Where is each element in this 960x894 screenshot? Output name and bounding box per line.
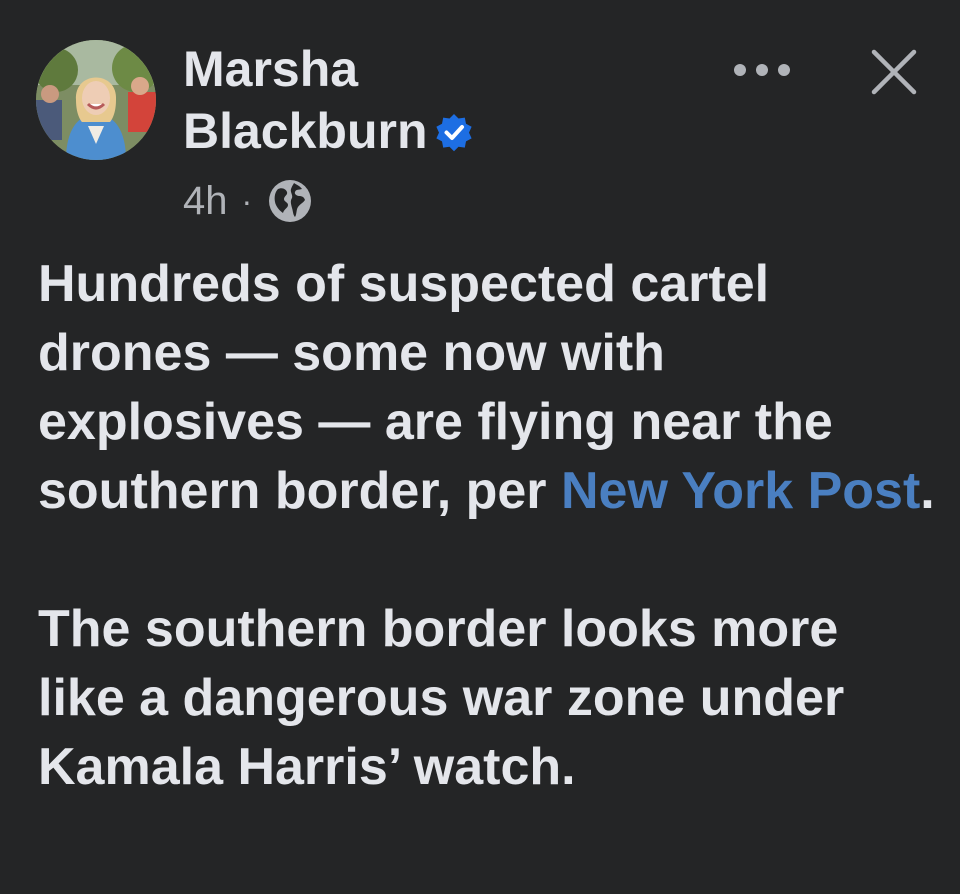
close-icon[interactable] xyxy=(866,44,922,100)
author-avatar[interactable] xyxy=(36,40,156,160)
author-first-name: Marsha xyxy=(183,41,359,97)
post-card: Marsha Blackburn 4h · Hundreds of suspec… xyxy=(0,0,960,894)
source-link[interactable]: New York Post xyxy=(561,462,920,520)
globe-icon[interactable] xyxy=(266,177,314,225)
post-paragraph-1: Hundreds of suspected cartel drones — so… xyxy=(38,250,938,526)
post-timestamp[interactable]: 4h xyxy=(183,176,228,226)
post-meta: 4h · xyxy=(183,176,314,226)
post-body: Hundreds of suspected cartel drones — so… xyxy=(38,250,938,802)
paragraph-1-end: . xyxy=(920,462,935,520)
more-horizontal-icon-dot xyxy=(756,64,768,76)
post-paragraph-2: The southern border looks more like a da… xyxy=(38,600,845,796)
author-name[interactable]: Marsha Blackburn xyxy=(183,38,703,162)
author-last-name: Blackburn xyxy=(183,103,428,159)
more-options-button[interactable] xyxy=(734,50,790,90)
more-horizontal-icon-dot xyxy=(778,64,790,76)
more-horizontal-icon-dot xyxy=(734,64,746,76)
verified-badge-icon xyxy=(435,114,472,152)
meta-separator: · xyxy=(241,183,253,219)
